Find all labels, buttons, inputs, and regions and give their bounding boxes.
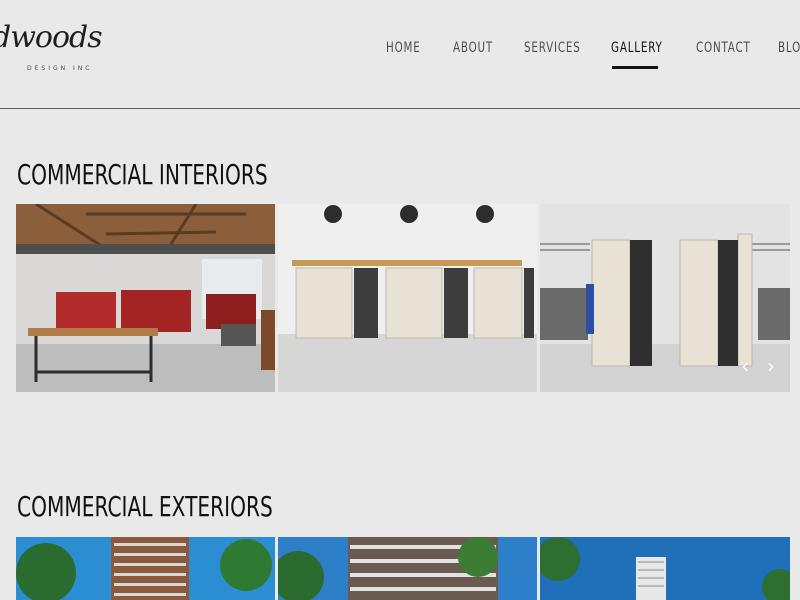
nav-about[interactable]: ABOUT [453, 40, 493, 56]
gallery-image-apartments[interactable] [278, 537, 537, 600]
nav-services[interactable]: SERVICES [524, 40, 581, 56]
gallery-image-storage[interactable]: ‹ › [540, 204, 790, 392]
gallery-interiors: ‹ › [16, 204, 790, 392]
workshop-image [16, 204, 275, 392]
highrise-image [540, 537, 790, 600]
tower-image [16, 537, 275, 600]
nav-home[interactable]: HOME [386, 40, 421, 56]
gallery-image-tower[interactable] [16, 537, 275, 600]
gallery-exteriors [16, 537, 790, 600]
apartments-image [278, 537, 537, 600]
section-title-exteriors: COMMERCIAL EXTERIORS [17, 490, 273, 523]
header-divider [0, 108, 800, 109]
nav-blog[interactable]: BLOG [778, 40, 800, 56]
site-header: dwoods DESIGN INC HOME ABOUT SERVICES GA… [0, 0, 800, 108]
gallery-next-arrow-icon[interactable]: › [762, 354, 780, 378]
cabinets-image [278, 204, 537, 392]
main-nav: HOME ABOUT SERVICES GALLERY CONTACT BLOG [0, 40, 800, 80]
nav-gallery[interactable]: GALLERY [611, 40, 663, 56]
gallery-image-workshop[interactable] [16, 204, 275, 392]
gallery-image-highrise[interactable] [540, 537, 790, 600]
gallery-image-cabinets[interactable] [278, 204, 537, 392]
active-nav-underline [612, 66, 658, 69]
gallery-prev-arrow-icon[interactable]: ‹ [736, 354, 754, 378]
section-title-interiors: COMMERCIAL INTERIORS [17, 158, 268, 191]
nav-contact[interactable]: CONTACT [696, 40, 751, 56]
